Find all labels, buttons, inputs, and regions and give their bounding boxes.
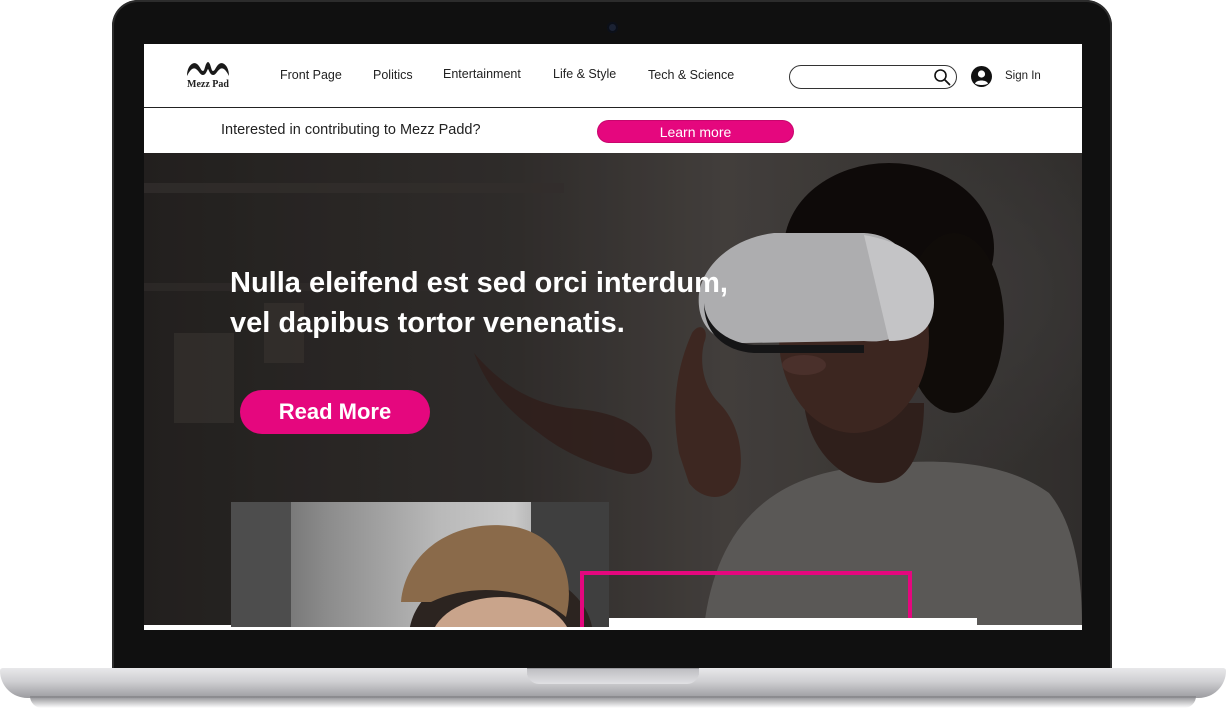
search-input[interactable] bbox=[800, 68, 934, 86]
article-card-panel[interactable] bbox=[609, 618, 977, 627]
learn-more-button[interactable]: Learn more bbox=[597, 120, 794, 143]
hero-section: Nulla eleifend est sed orci interdum, ve… bbox=[144, 153, 1082, 627]
nav-entertainment[interactable]: Entertainment bbox=[443, 67, 521, 81]
hero-headline-line-2: vel dapibus tortor venenatis. bbox=[230, 307, 625, 339]
camera-icon bbox=[607, 22, 618, 33]
portrait-image bbox=[231, 502, 609, 627]
nav-tech-science[interactable]: Tech & Science bbox=[648, 68, 734, 82]
hero-headline-line-1: Nulla eleifend est sed orci interdum, bbox=[230, 267, 728, 299]
site-logo[interactable]: Mezz Pad bbox=[180, 58, 236, 92]
mustache-logo-icon bbox=[187, 62, 229, 76]
nav-life-style[interactable]: Life & Style bbox=[553, 67, 616, 81]
site-header: Mezz Pad Front Page Politics Entertainme… bbox=[144, 44, 1082, 108]
search-icon[interactable] bbox=[933, 68, 951, 86]
content-strip-right bbox=[977, 625, 1082, 627]
hero-headline: Nulla eleifend est sed orci interdum, ve… bbox=[230, 263, 790, 343]
content-strip-left bbox=[144, 625, 231, 627]
user-avatar-icon[interactable] bbox=[971, 66, 992, 87]
read-more-button[interactable]: Read More bbox=[240, 390, 430, 434]
laptop-notch bbox=[527, 668, 699, 684]
browser-screen: Mezz Pad Front Page Politics Entertainme… bbox=[144, 44, 1082, 630]
contribute-banner: Interested in contributing to Mezz Padd?… bbox=[144, 108, 1082, 153]
search-box bbox=[789, 65, 957, 89]
laptop-shadow bbox=[30, 696, 1196, 708]
nav-front-page[interactable]: Front Page bbox=[280, 68, 342, 82]
nav-politics[interactable]: Politics bbox=[373, 68, 413, 82]
article-card-image[interactable] bbox=[231, 502, 609, 627]
contribute-text: Interested in contributing to Mezz Padd? bbox=[221, 122, 481, 138]
logo-text: Mezz Pad bbox=[187, 79, 229, 90]
sign-in-link[interactable]: Sign In bbox=[1005, 70, 1041, 82]
